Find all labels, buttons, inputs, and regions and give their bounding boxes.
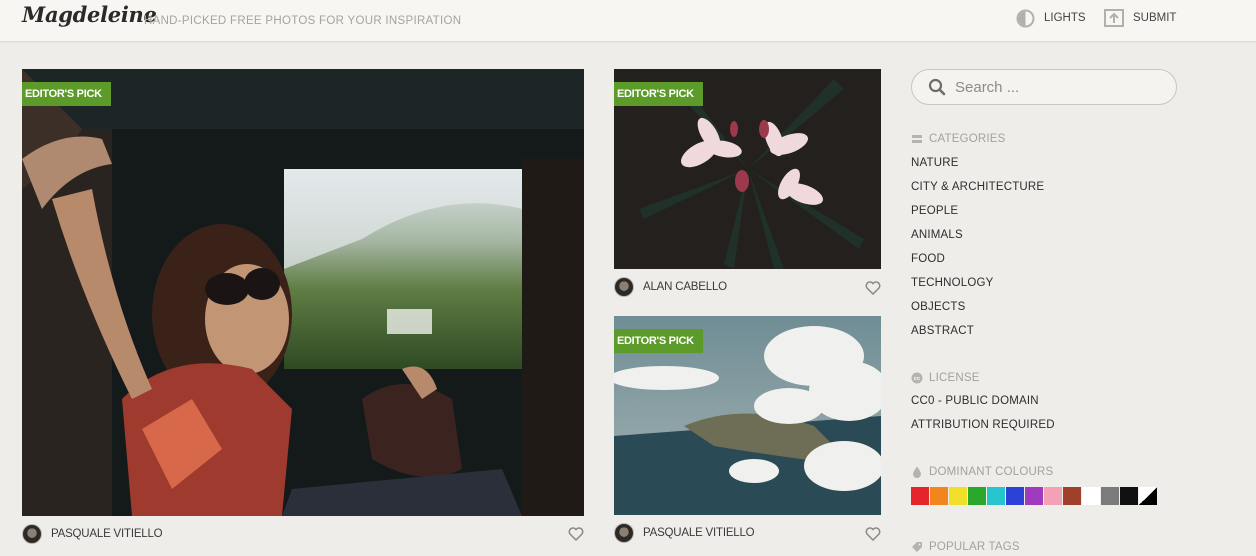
upload-icon [1104, 9, 1124, 27]
submit-label: SUBMIT [1133, 12, 1177, 24]
category-link-animals[interactable]: ANIMALS [911, 229, 963, 241]
site-logo[interactable]: Magdeleine [22, 2, 157, 27]
category-link-nature[interactable]: NATURE [911, 157, 959, 169]
categories-heading: CATEGORIES [911, 133, 1006, 145]
license-title: LICENSE [929, 372, 980, 384]
colour-swatch[interactable] [1120, 487, 1138, 505]
svg-text:cc: cc [914, 376, 921, 382]
colours-heading: DOMINANT COLOURS [911, 466, 1053, 478]
license-heading: cc LICENSE [911, 372, 980, 384]
popular-tags-title: POPULAR TAGS [929, 541, 1020, 553]
photo-flower[interactable]: EDITOR'S PICK [614, 69, 881, 269]
photo-flower-credit[interactable]: ALAN CABELLO [614, 277, 727, 297]
colour-swatch[interactable] [987, 487, 1005, 505]
tag-icon [912, 542, 922, 552]
lights-icon [1016, 9, 1035, 27]
author-name: ALAN CABELLO [643, 281, 727, 293]
photo-main-credit[interactable]: PASQUALE VITIELLO [22, 524, 163, 544]
search-icon [928, 78, 946, 96]
category-link-objects[interactable]: OBJECTS [911, 301, 965, 313]
like-heart-icon[interactable] [865, 527, 881, 541]
categories-title: CATEGORIES [929, 133, 1006, 145]
editors-pick-badge[interactable]: EDITOR'S PICK [614, 329, 703, 353]
site-tagline: HAND-PICKED FREE PHOTOS FOR YOUR INSPIRA… [144, 15, 462, 27]
colour-swatch[interactable] [968, 487, 986, 505]
colour-swatch[interactable] [1082, 487, 1100, 505]
colour-swatch[interactable] [1063, 487, 1081, 505]
categories-icon [912, 135, 922, 143]
author-avatar [614, 523, 634, 543]
colour-swatch[interactable] [930, 487, 948, 505]
category-link-city-architecture[interactable]: CITY & ARCHITECTURE [911, 181, 1044, 193]
colour-swatch[interactable] [949, 487, 967, 505]
like-heart-icon[interactable] [568, 527, 584, 541]
colour-swatch[interactable] [1101, 487, 1119, 505]
popular-tags-heading: POPULAR TAGS [911, 541, 1020, 553]
submit-button[interactable]: SUBMIT [1104, 8, 1176, 28]
category-link-technology[interactable]: TECHNOLOGY [911, 277, 994, 289]
like-heart-icon[interactable] [865, 281, 881, 295]
editors-pick-badge[interactable]: EDITOR'S PICK [614, 82, 703, 106]
lights-toggle-button[interactable]: LIGHTS [1016, 8, 1086, 28]
category-link-abstract[interactable]: ABSTRACT [911, 325, 974, 337]
creative-commons-icon: cc [911, 372, 923, 384]
editors-pick-badge[interactable]: EDITOR'S PICK [22, 82, 111, 106]
search-box[interactable] [911, 69, 1177, 105]
colour-swatch[interactable] [1044, 487, 1062, 505]
license-link-attribution[interactable]: ATTRIBUTION REQUIRED [911, 419, 1055, 431]
author-name: PASQUALE VITIELLO [643, 527, 755, 539]
colour-swatch[interactable] [1139, 487, 1157, 505]
colours-title: DOMINANT COLOURS [929, 466, 1054, 478]
photo-main-woman-in-car[interactable]: EDITOR'S PICK [22, 69, 584, 516]
photo-clouds-credit[interactable]: PASQUALE VITIELLO [614, 523, 755, 543]
category-link-people[interactable]: PEOPLE [911, 205, 958, 217]
photo-clouds[interactable]: EDITOR'S PICK [614, 316, 881, 515]
author-name: PASQUALE VITIELLO [51, 528, 163, 540]
search-input[interactable] [955, 78, 1155, 96]
category-link-food[interactable]: FOOD [911, 253, 945, 265]
colour-swatch[interactable] [1025, 487, 1043, 505]
colour-swatch[interactable] [1006, 487, 1024, 505]
photo-main-image [22, 69, 584, 516]
colour-swatches [911, 487, 1157, 505]
author-avatar [22, 524, 42, 544]
site-header: Magdeleine HAND-PICKED FREE PHOTOS FOR Y… [0, 0, 1256, 42]
author-avatar [614, 277, 634, 297]
license-link-cc0[interactable]: CC0 - PUBLIC DOMAIN [911, 395, 1039, 407]
colour-swatch[interactable] [911, 487, 929, 505]
lights-label: LIGHTS [1044, 12, 1086, 24]
drop-icon [913, 466, 921, 478]
